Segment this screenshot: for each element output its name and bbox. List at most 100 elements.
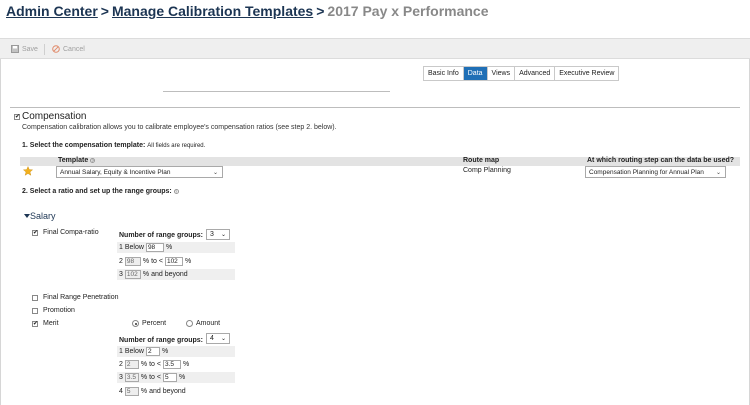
- salary-heading: Salary: [30, 211, 56, 221]
- table-row: 4 5% and beyond: [117, 386, 235, 397]
- table-row: 2 98% to < 102%: [117, 256, 235, 267]
- row-mid: % and beyond: [140, 388, 186, 395]
- tab-executive-review[interactable]: Executive Review: [555, 67, 618, 80]
- row-number: 4: [119, 388, 123, 395]
- cancel-label: Cancel: [63, 45, 85, 53]
- table-row: 1 Below 98%: [117, 242, 235, 253]
- chevron-down-icon: ⌄: [220, 336, 226, 342]
- step-1-text: 1. Select the compensation template:: [22, 142, 146, 149]
- breadcrumb-separator: >: [316, 3, 325, 19]
- template-header-text: Template: [58, 157, 89, 164]
- percent-radio-label: Percent: [142, 320, 167, 327]
- cancel-button[interactable]: Cancel: [52, 45, 85, 53]
- content-frame: [0, 59, 750, 405]
- template-select[interactable]: Annual Salary, Equity & Incentive Plan ⌄: [56, 166, 223, 178]
- step-1-label: 1. Select the compensation template: All…: [22, 142, 205, 149]
- breadcrumb: Admin Center > Manage Calibration Template…: [6, 3, 489, 19]
- template-select-value: Annual Salary, Equity & Incentive Plan: [60, 169, 171, 176]
- breadcrumb-separator: >: [100, 3, 109, 19]
- row-mid: % to <: [142, 258, 163, 265]
- star-icon: [23, 166, 33, 176]
- section-description: Compensation calibration allows you to c…: [22, 124, 337, 131]
- range-groups-value: 3: [210, 231, 214, 238]
- row-number: 1: [119, 244, 123, 251]
- step-2-text: 2. Select a ratio and set up the range g…: [22, 188, 172, 195]
- final-range-penetration-checkbox[interactable]: [32, 295, 38, 301]
- route-map-value: Comp Planning: [463, 167, 511, 174]
- route-map-header: Route map: [463, 157, 500, 164]
- toolbar-divider: [44, 44, 45, 55]
- routing-step-select[interactable]: Compensation Planning for Annual Plan ⌄: [585, 166, 726, 178]
- routing-step-header: At which routing step can the data be us…: [587, 157, 735, 164]
- cancel-icon: [52, 45, 60, 53]
- range-input-readonly: 102: [124, 270, 141, 279]
- final-compa-ratio-checkbox[interactable]: [32, 230, 38, 236]
- step-2-label: 2. Select a ratio and set up the range g…: [22, 188, 179, 195]
- range-groups-label: Number of range groups:: [119, 232, 204, 239]
- tab-basic-info[interactable]: Basic Info: [424, 67, 464, 80]
- range-input[interactable]: 2: [145, 347, 160, 356]
- amount-radio[interactable]: [186, 320, 193, 327]
- row-mid: % to <: [140, 361, 161, 368]
- final-range-penetration-label: Final Range Penetration: [43, 294, 119, 301]
- help-icon[interactable]: ?: [90, 157, 96, 163]
- tab-bar: Basic Info Data Views Advanced Executive…: [423, 66, 620, 81]
- row-suffix: %: [165, 244, 173, 251]
- divider: [10, 107, 740, 108]
- merit-label: Merit: [43, 320, 59, 327]
- final-compa-ratio-label: Final Compa-ratio: [43, 229, 99, 236]
- range-input[interactable]: 98: [145, 243, 164, 252]
- routing-step-select-value: Compensation Planning for Annual Plan: [589, 169, 704, 176]
- promotion-label: Promotion: [43, 307, 75, 314]
- save-icon: [11, 45, 19, 53]
- breadcrumb-manage-templates[interactable]: Manage Calibration Templates: [112, 3, 313, 19]
- save-button[interactable]: Save: [11, 45, 38, 53]
- table-row: 3 102% and beyond: [117, 269, 235, 280]
- toolbar: Save Cancel: [0, 38, 750, 59]
- page-title: 2017 Pay x Performance: [327, 3, 489, 19]
- range-input-readonly: 2: [124, 360, 139, 369]
- tab-views[interactable]: Views: [488, 67, 516, 80]
- table-row: 3 3.5% to < 5%: [117, 372, 235, 383]
- help-icon[interactable]: ?: [173, 188, 179, 194]
- row-number: 2: [119, 258, 123, 265]
- row-prefix: Below: [124, 244, 144, 251]
- range-groups-label: Number of range groups:: [119, 337, 204, 344]
- save-label: Save: [22, 45, 38, 53]
- range-groups-select[interactable]: 4 ⌄: [206, 333, 230, 344]
- row-suffix: %: [184, 258, 192, 265]
- row-prefix: Below: [124, 348, 144, 355]
- chevron-down-icon: ⌄: [715, 170, 721, 176]
- section-title: Compensation: [22, 111, 87, 122]
- tab-data[interactable]: Data: [463, 67, 488, 80]
- range-input-readonly: 3.5: [124, 373, 139, 382]
- range-input-readonly: 5: [124, 387, 139, 396]
- row-number: 2: [119, 361, 123, 368]
- table-row: 2 2% to < 3.5%: [117, 359, 235, 370]
- range-input[interactable]: 5: [162, 373, 177, 382]
- required-note: All fields are required.: [147, 143, 206, 149]
- row-suffix: %: [161, 348, 169, 355]
- percent-radio[interactable]: [132, 320, 139, 327]
- range-groups-select[interactable]: 3 ⌄: [206, 229, 230, 240]
- row-mid: % to <: [140, 374, 161, 381]
- compensation-checkbox[interactable]: [14, 114, 20, 120]
- range-groups-value: 4: [210, 335, 214, 342]
- row-number: 3: [119, 374, 123, 381]
- divider: [163, 91, 390, 92]
- breadcrumb-admin-center[interactable]: Admin Center: [6, 3, 98, 19]
- promotion-checkbox[interactable]: [32, 308, 38, 314]
- amount-radio-label: Amount: [196, 320, 221, 327]
- chevron-down-icon: ⌄: [220, 232, 226, 238]
- tab-advanced[interactable]: Advanced: [515, 67, 556, 80]
- range-input[interactable]: 102: [164, 257, 183, 266]
- row-number: 3: [119, 271, 123, 278]
- row-number: 1: [119, 348, 123, 355]
- row-mid: % and beyond: [142, 271, 188, 278]
- merit-checkbox[interactable]: [32, 321, 38, 327]
- table-row: 1 Below 2%: [117, 346, 235, 357]
- chevron-down-icon: ⌄: [212, 170, 218, 176]
- template-header: Template?: [58, 157, 96, 164]
- range-input[interactable]: 3.5: [162, 360, 181, 369]
- row-suffix: %: [182, 361, 190, 368]
